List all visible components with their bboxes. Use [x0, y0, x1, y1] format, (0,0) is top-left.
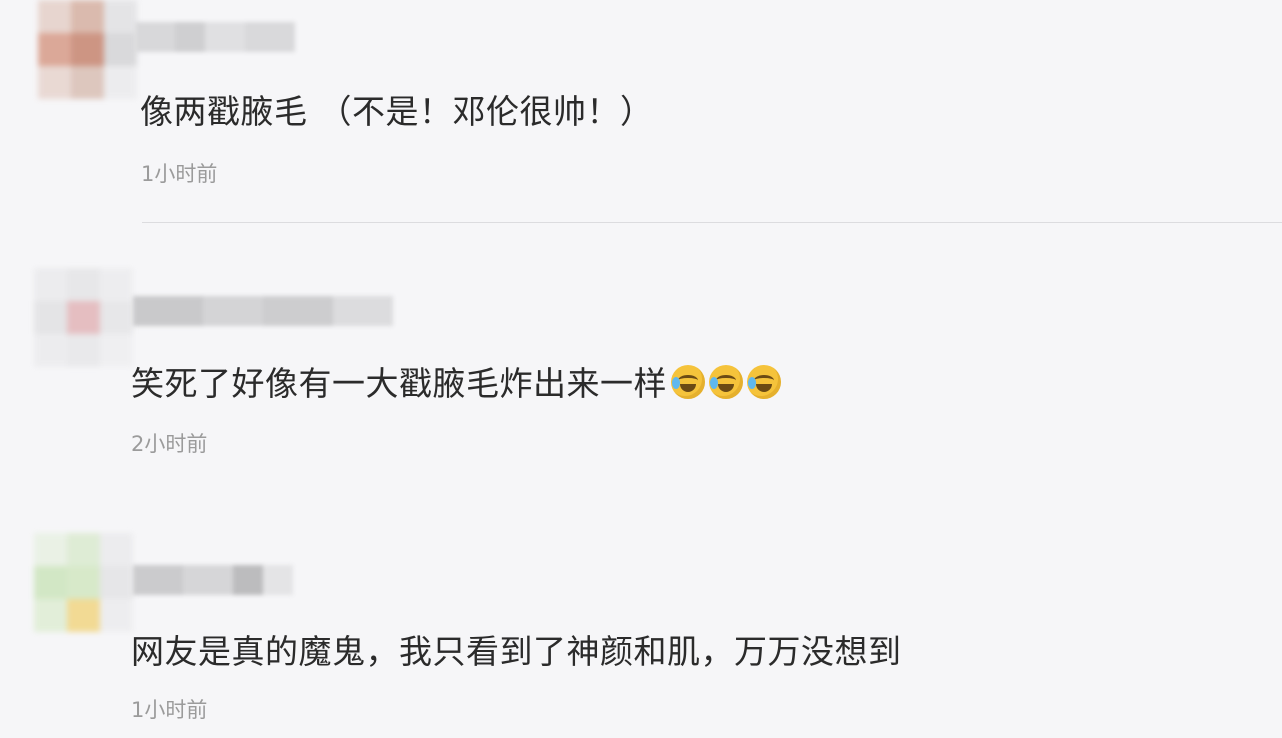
- comment-item: 像两戳腋毛 （不是！邓伦很帅！） 1小时前: [0, 0, 1282, 223]
- comment-text-content: 笑死了好像有一大戳腋毛炸出来一样: [131, 364, 667, 403]
- username-blurred[interactable]: [135, 22, 295, 52]
- comment-item: 网友是真的魔鬼，我只看到了神颜和肌，万万没想到 1小时前: [0, 485, 1282, 738]
- username-blurred[interactable]: [133, 296, 393, 326]
- comment-timestamp: 2小时前: [131, 432, 208, 456]
- comment-text: 网友是真的魔鬼，我只看到了神颜和肌，万万没想到: [131, 632, 902, 671]
- avatar[interactable]: [38, 0, 137, 99]
- comment-item: 笑死了好像有一大戳腋毛炸出来一样 2小时前: [0, 223, 1282, 485]
- username-blurred[interactable]: [133, 565, 293, 595]
- comment-timestamp: 1小时前: [141, 162, 218, 186]
- comment-text: 笑死了好像有一大戳腋毛炸出来一样: [131, 357, 781, 405]
- laugh-cry-emoji-icon: [671, 365, 705, 399]
- avatar[interactable]: [34, 533, 133, 632]
- laugh-cry-emoji-icon: [747, 365, 781, 399]
- laugh-cry-emoji-icon: [709, 365, 743, 399]
- comment-text: 像两戳腋毛 （不是！邓伦很帅！）: [140, 92, 654, 131]
- avatar[interactable]: [34, 268, 133, 367]
- comment-timestamp: 1小时前: [131, 698, 208, 722]
